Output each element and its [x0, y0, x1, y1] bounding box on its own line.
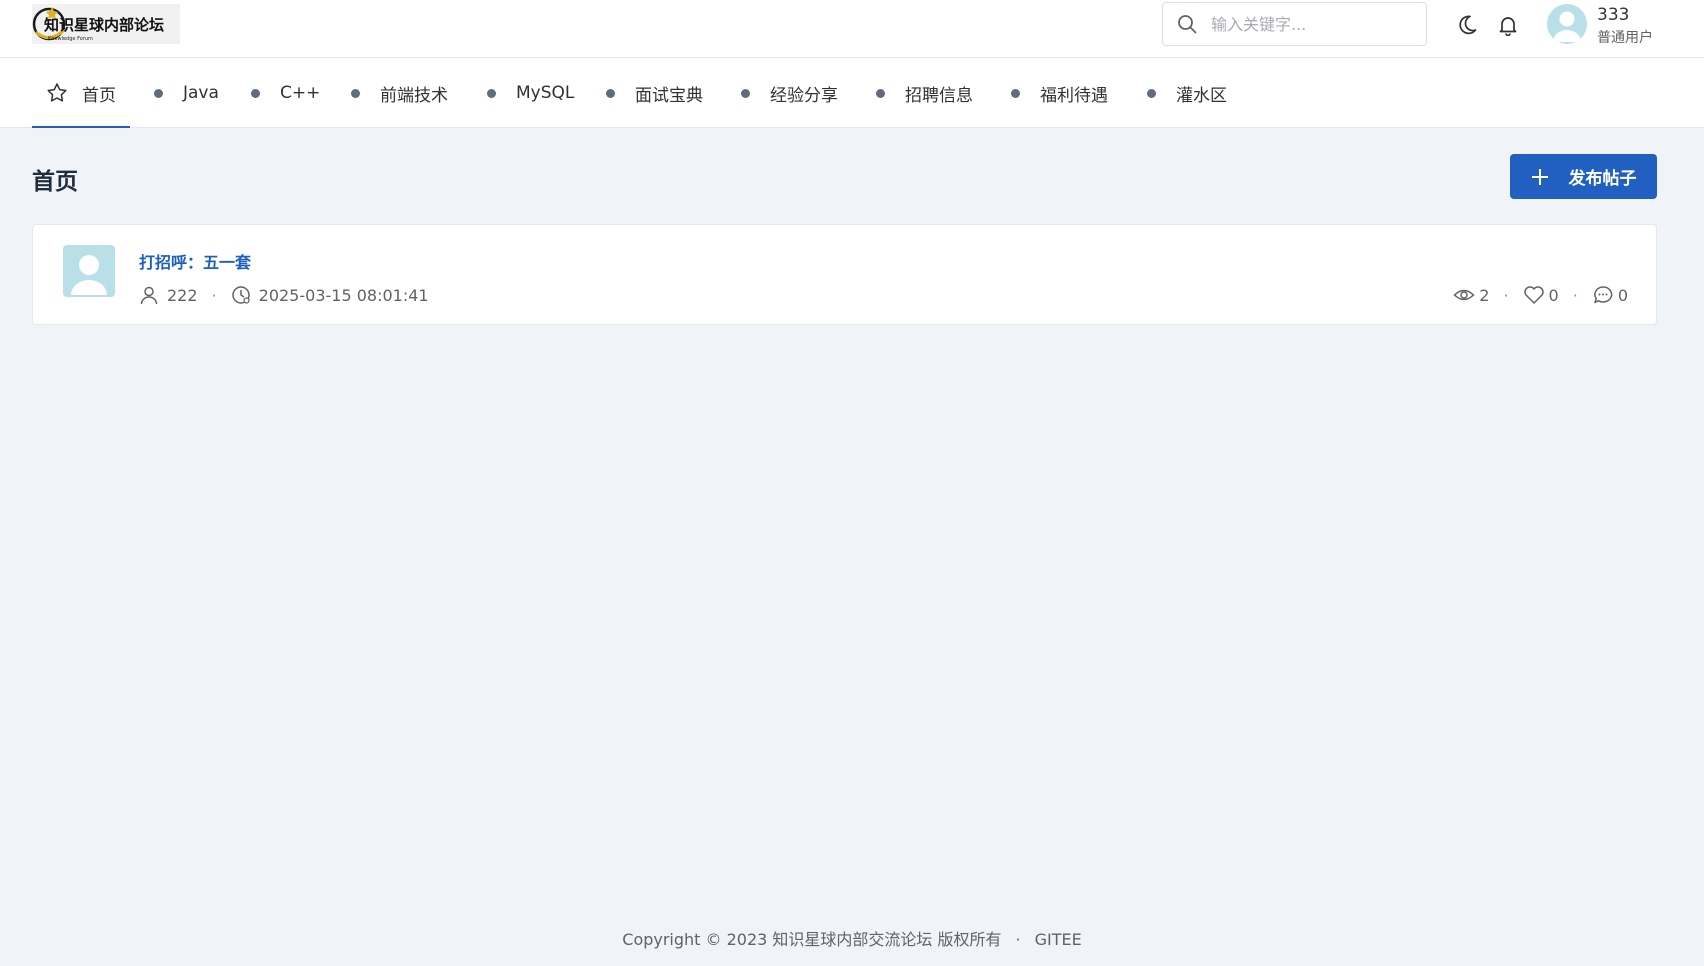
clock-icon [231, 285, 251, 305]
meta-separator: · [1572, 285, 1578, 305]
post-likes: 0 [1548, 285, 1559, 305]
bullet-dot [741, 88, 750, 98]
eye-icon [1453, 284, 1475, 306]
nav-item-label: 前端技术 [380, 85, 448, 106]
bullet-dot [251, 88, 260, 98]
nav-item-label: Java [183, 83, 219, 103]
moon-icon[interactable] [1455, 13, 1479, 37]
logo-graphic: 知识星球内部论坛 Knowledge Forum [32, 7, 164, 42]
heart-icon[interactable] [1523, 284, 1545, 306]
author-avatar[interactable] [63, 245, 115, 297]
logo-subtext: Knowledge Forum [48, 36, 93, 42]
nav-item-chat[interactable]: 灌水区 [1147, 58, 1227, 128]
bullet-dot [487, 88, 496, 98]
publish-post-label: 发布帖子 [1568, 169, 1637, 188]
comment-icon[interactable] [1592, 284, 1614, 306]
post-views: 2 [1479, 285, 1490, 305]
meta-separator: · [1503, 285, 1509, 305]
footer-copyright: Copyright © 2023 知识星球内部交流论坛 版权所有 [622, 930, 1002, 949]
search-input[interactable] [1211, 9, 1411, 39]
user-icon [139, 285, 159, 305]
post-author[interactable]: 222 [167, 286, 198, 305]
user-avatar[interactable] [1547, 4, 1587, 44]
bullet-dot [1011, 88, 1020, 98]
user-role: 普通用户 [1597, 30, 1653, 46]
post-stats: 2 · 0 · 0 [1453, 283, 1628, 307]
publish-post-button[interactable]: 发布帖子 [1510, 154, 1657, 199]
bullet-dot [351, 88, 360, 98]
post-comments: 0 [1617, 285, 1628, 305]
nav-item-label: 面试宝典 [635, 85, 703, 106]
category-nav: 首页 Java C++ 前端技术 MySQL 面试宝典 经验分享 招聘信息 福利… [0, 58, 1704, 128]
nav-item-home[interactable]: 首页 [32, 58, 130, 128]
footer: Copyright © 2023 知识星球内部交流论坛 版权所有 · GITEE [0, 926, 1704, 950]
nav-item-label: 招聘信息 [905, 85, 973, 106]
search-icon[interactable] [1177, 14, 1197, 34]
nav-item-interview[interactable]: 面试宝典 [606, 58, 703, 128]
nav-item-java[interactable]: Java [154, 58, 219, 128]
bullet-dot [606, 88, 615, 98]
bullet-dot [154, 88, 163, 98]
nav-item-cpp[interactable]: C++ [251, 58, 320, 128]
post-time: 2025-03-15 08:01:41 [258, 285, 429, 305]
post-meta: 222 · 2025-03-15 08:01:41 [139, 283, 429, 307]
page-title: 首页 [32, 169, 78, 195]
plus-icon [1531, 168, 1549, 186]
bullet-dot [1147, 88, 1156, 98]
nav-item-benefits[interactable]: 福利待遇 [1011, 58, 1108, 128]
nav-item-label: 福利待遇 [1040, 85, 1108, 106]
star-icon [46, 82, 68, 104]
meta-separator: · [211, 285, 217, 305]
nav-item-label: C++ [280, 83, 321, 103]
post-title[interactable]: 打招呼：五一套 [139, 249, 251, 273]
nav-item-mysql[interactable]: MySQL [487, 58, 574, 128]
site-logo[interactable]: 知识星球内部论坛 Knowledge Forum [32, 4, 180, 44]
post-card: 打招呼：五一套 222 · 2025-03-15 08:01:41 2 · 0 … [32, 224, 1657, 325]
logo-text: 知识星球内部论坛 [44, 16, 164, 34]
nav-item-label: MySQL [516, 83, 575, 103]
user-name[interactable]: 333 [1597, 5, 1629, 25]
bullet-dot [876, 88, 885, 98]
nav-item-label: 首页 [82, 85, 116, 106]
nav-item-experience[interactable]: 经验分享 [741, 58, 838, 128]
bell-icon[interactable] [1496, 13, 1520, 37]
nav-item-label: 灌水区 [1176, 85, 1227, 106]
footer-gitee-link[interactable]: GITEE [1035, 930, 1082, 949]
footer-separator: · [1015, 930, 1021, 949]
nav-item-jobs[interactable]: 招聘信息 [876, 58, 973, 128]
nav-item-frontend[interactable]: 前端技术 [351, 58, 448, 128]
nav-item-label: 经验分享 [770, 85, 838, 106]
top-header: 知识星球内部论坛 Knowledge Forum 333 普通用户 [0, 0, 1704, 58]
search-box [1162, 2, 1427, 46]
